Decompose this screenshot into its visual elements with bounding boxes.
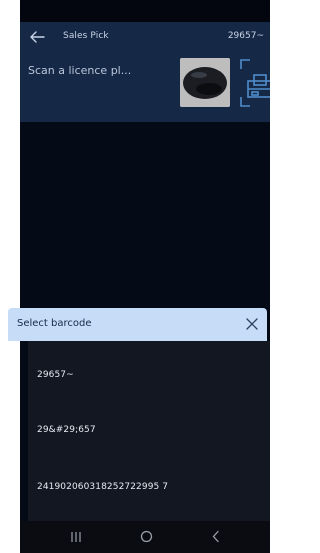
scan-target-icon[interactable]: [238, 57, 270, 109]
scan-licence-plate-input[interactable]: Scan a licence pl...: [28, 64, 178, 86]
scanner-device-image: [180, 58, 230, 107]
barcode-value: 29657~: [37, 370, 74, 380]
arrow-left-icon[interactable]: [28, 29, 46, 45]
select-barcode-sheet-header: Select barcode: [8, 308, 267, 341]
close-icon[interactable]: [245, 317, 259, 331]
list-item[interactable]: 241902060318252722995 7: [28, 461, 270, 517]
barcode-value: 29&#29;657: [37, 425, 96, 435]
chevron-left-icon[interactable]: [211, 530, 221, 543]
list-item[interactable]: 29&#29;657: [28, 404, 270, 460]
recents-icon[interactable]: [70, 531, 82, 543]
sheet-title: Select barcode: [17, 318, 92, 329]
system-nav-bar: [20, 521, 270, 553]
barcode-list: 29657~ 29&#29;657 241902060318252722995 …: [28, 341, 270, 521]
phone-screen: Sales Pick 29657~ Scan a licence pl... 2…: [20, 0, 270, 553]
content-area: [20, 122, 270, 308]
list-item[interactable]: 29657~: [28, 349, 270, 405]
page-title: Sales Pick: [63, 31, 109, 41]
app-header: Sales Pick 29657~ Scan a licence pl...: [20, 22, 270, 122]
header-code: 29657~: [227, 31, 264, 41]
status-bar: [20, 0, 270, 22]
barcode-value: 241902060318252722995 7: [37, 482, 169, 492]
home-icon[interactable]: [140, 530, 153, 543]
